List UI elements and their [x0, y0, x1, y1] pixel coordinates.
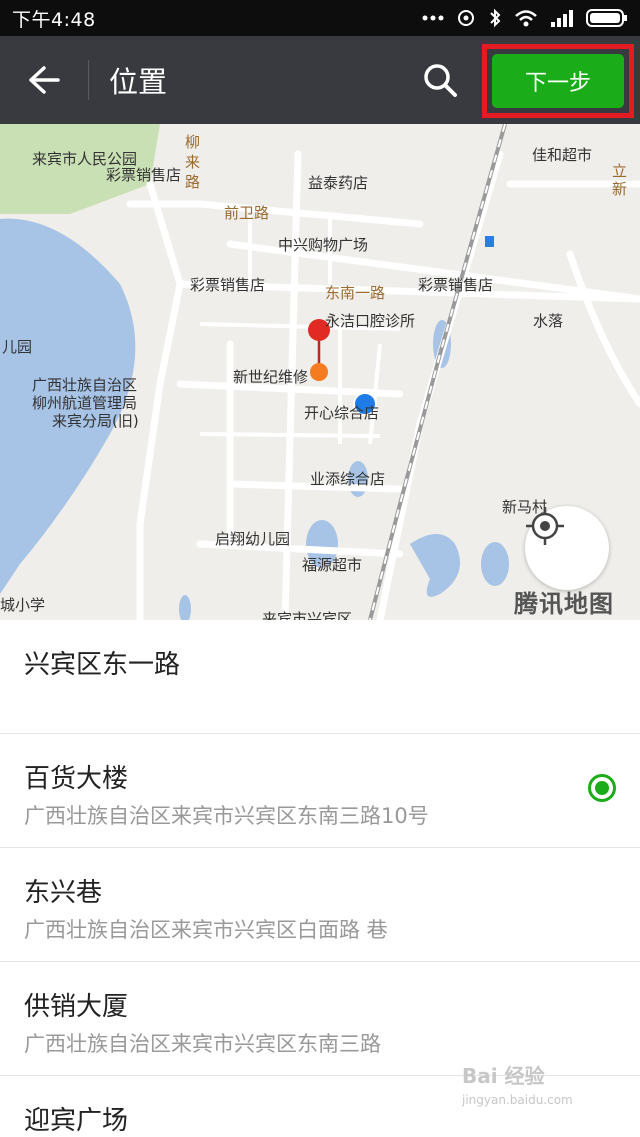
map-label: 水落	[533, 312, 564, 330]
map-label: 来宾市兴宾区	[262, 610, 353, 620]
next-button-highlight: 下一步	[482, 44, 634, 118]
place-name: 供销大厦	[24, 992, 129, 1022]
search-button[interactable]	[410, 50, 470, 110]
signal-icon	[550, 9, 574, 27]
battery-icon	[586, 8, 628, 28]
title-divider	[88, 60, 89, 100]
locate-me-button[interactable]	[525, 506, 609, 590]
map-road-label: 东南一路	[325, 284, 386, 302]
map-label: 彩票销售店	[418, 276, 494, 294]
map-label: 益泰药店	[308, 174, 369, 192]
page-title: 位置	[109, 65, 168, 99]
map-label: 彩票销售店	[190, 276, 266, 294]
next-step-button[interactable]: 下一步	[492, 54, 624, 108]
status-bar: 下午4:48	[0, 0, 640, 36]
map-label: 福源超市	[302, 556, 363, 574]
place-address: 广西壮族自治区来宾市兴宾区东南三路	[24, 1032, 381, 1056]
crosshair-icon	[526, 507, 564, 545]
place-item[interactable]: 供销大厦 广西壮族自治区来宾市兴宾区东南三路	[0, 962, 640, 1076]
place-item[interactable]: 兴宾区东一路	[0, 620, 640, 734]
map-label: 业添综合店	[310, 470, 386, 488]
action-bar: 位置 下一步	[0, 36, 640, 124]
map-label: 来宾分局(旧)	[52, 412, 139, 430]
map-label: 中兴购物广场	[278, 236, 369, 254]
place-item-selected[interactable]: 百货大楼 广西壮族自治区来宾市兴宾区东南三路10号	[0, 734, 640, 848]
watermark-main: Bai 经验	[462, 1064, 545, 1088]
map-label: 儿园	[2, 338, 33, 356]
sync-icon	[456, 8, 476, 28]
search-icon	[424, 64, 457, 97]
map-view[interactable]: 来宾市人民公园 柳来路 益泰药店 佳和超市 彩票销售店 前卫路 立新 中兴购物广…	[0, 124, 640, 620]
place-name: 百货大楼	[24, 764, 129, 794]
place-address: 广西壮族自治区来宾市兴宾区白面路 巷	[24, 918, 388, 942]
place-address: 广西壮族自治区来宾市兴宾区东南三路10号	[24, 804, 429, 828]
status-time: 下午4:48	[12, 8, 96, 31]
map-label: 新世纪维修	[233, 368, 309, 386]
status-icons	[422, 8, 628, 28]
selected-radio-icon	[588, 774, 616, 802]
watermark: Bai 经验 jingyan.baidu.com	[462, 1060, 573, 1107]
back-arrow-icon	[29, 66, 60, 94]
map-label: 彩票销售店	[106, 166, 182, 184]
back-button[interactable]	[0, 36, 88, 124]
map-label: 开心综合店	[304, 404, 380, 422]
map-brand-logo: 腾讯地图	[514, 590, 614, 618]
place-name: 迎宾广场	[24, 1106, 129, 1136]
map-road-label: 立新	[612, 162, 628, 198]
map-road-label: 柳来路	[185, 133, 201, 191]
wifi-icon	[514, 9, 538, 27]
more-dots-icon	[422, 15, 444, 21]
map-label: 启翔幼儿园	[215, 530, 291, 548]
place-name: 兴宾区东一路	[24, 650, 181, 680]
watermark-sub: jingyan.baidu.com	[462, 1093, 573, 1107]
map-label: 佳和超市	[532, 146, 593, 164]
place-name: 东兴巷	[24, 878, 103, 908]
map-label: 永洁口腔诊所	[325, 312, 416, 330]
place-item[interactable]: 东兴巷 广西壮族自治区来宾市兴宾区白面路 巷	[0, 848, 640, 962]
map-road-label: 前卫路	[224, 204, 270, 222]
map-label: 城小学	[0, 596, 46, 614]
bluetooth-icon	[488, 8, 502, 28]
